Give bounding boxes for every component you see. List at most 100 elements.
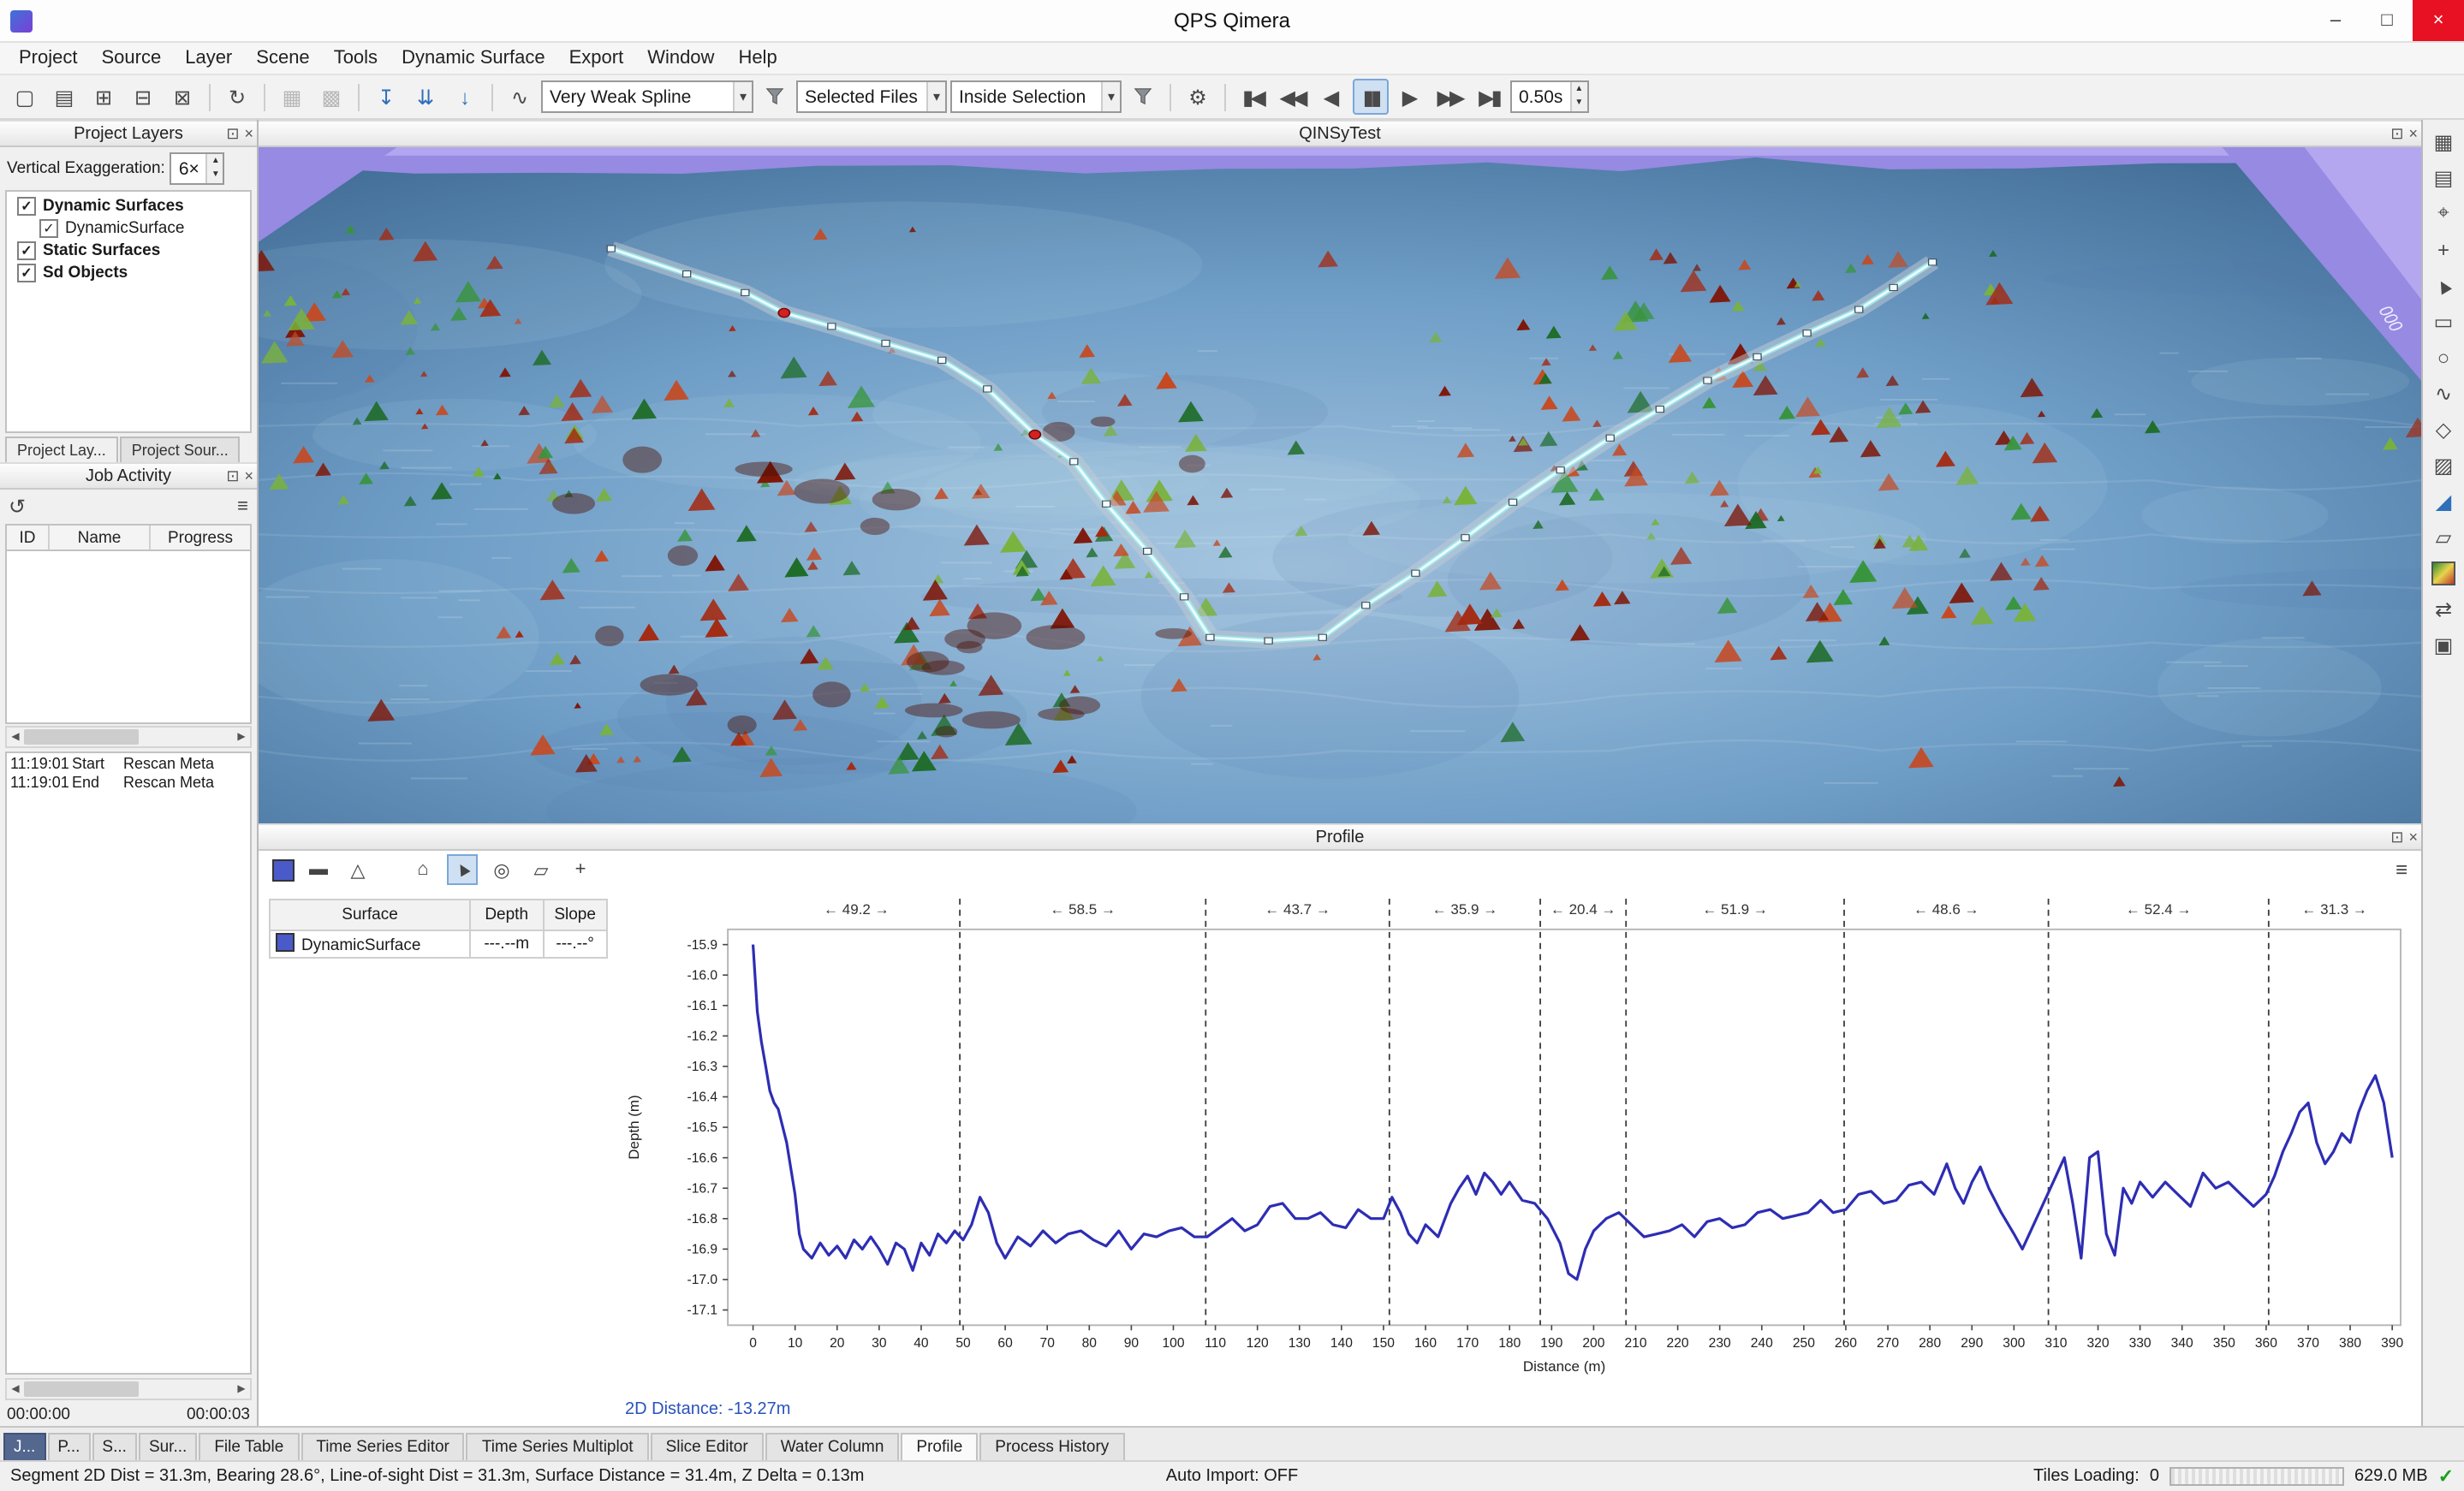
scrollbar-track[interactable] <box>24 728 233 746</box>
refresh-project-button[interactable]: ↻ <box>219 79 255 115</box>
close-panel-icon[interactable]: × <box>244 467 253 484</box>
menu-export[interactable]: Export <box>557 46 636 70</box>
add-raw-sonar-button[interactable]: ⊞ <box>86 79 122 115</box>
dock-tab-j[interactable]: J... <box>3 1433 45 1460</box>
filter-funnel-icon[interactable] <box>757 79 793 115</box>
job-log-list[interactable]: 11:19:01StartRescan Meta11:19:01EndResca… <box>5 751 252 1375</box>
ellipse-select-icon[interactable]: ○ <box>2428 344 2459 370</box>
profile-menu-button[interactable]: ≡ <box>2396 858 2407 882</box>
zoom-mode-button[interactable]: ◎ <box>486 854 517 885</box>
spline-strength-select[interactable]: Very Weak Spline▾ <box>541 80 753 113</box>
menu-window[interactable]: Window <box>635 46 726 70</box>
tab-file-table[interactable]: File Table <box>199 1433 299 1460</box>
skip-first-button[interactable]: ▮◀ <box>1235 79 1271 115</box>
undo-refresh-icon[interactable]: ↺ <box>9 495 26 519</box>
tab-process-history[interactable]: Process History <box>979 1433 1124 1460</box>
legend-row[interactable]: DynamicSurface---.--m---.--° <box>270 930 607 958</box>
target-probe-icon[interactable]: ⌖ <box>2428 200 2459 226</box>
column-header-progress[interactable]: Progress <box>151 526 250 549</box>
series-color-swatch[interactable] <box>272 858 295 881</box>
tab-water-column[interactable]: Water Column <box>765 1433 900 1460</box>
scrollbar-thumb[interactable] <box>24 729 139 745</box>
float-panel-icon[interactable]: ⊡ <box>2390 125 2403 142</box>
close-panel-icon[interactable]: × <box>244 125 253 142</box>
import-surface-button[interactable]: ⊠ <box>164 79 200 115</box>
dock-tab-s[interactable]: S... <box>92 1433 137 1460</box>
float-panel-icon[interactable]: ⊡ <box>2390 829 2403 846</box>
play-interval-spinner[interactable]: 0.50s▲▼ <box>1510 80 1588 113</box>
checkbox-icon[interactable]: ✓ <box>17 264 36 282</box>
job-table-body[interactable] <box>5 551 252 724</box>
measure-mode-button[interactable]: ▱ <box>526 854 556 885</box>
menu-help[interactable]: Help <box>726 46 789 70</box>
checkbox-icon[interactable]: ✓ <box>17 197 36 216</box>
grid-icon[interactable]: ▦ <box>2428 128 2459 154</box>
select-cursor-icon[interactable]: ▲ <box>2428 272 2459 298</box>
pause-button[interactable]: ▮▮ <box>1353 79 1389 115</box>
spline-filter-icon[interactable]: ∿ <box>502 79 538 115</box>
profile-tool-icon[interactable]: ◢ <box>2428 488 2459 514</box>
checkbox-icon[interactable]: ✓ <box>17 241 36 260</box>
fast-forward-button[interactable]: ▶▶ <box>1431 79 1467 115</box>
vertical-exaggeration-spinner[interactable]: 6× ▲▼ <box>170 152 225 185</box>
new-project-button[interactable]: ▢ <box>7 79 43 115</box>
colormap-icon[interactable] <box>2428 560 2459 585</box>
selection-mode-select[interactable]: Inside Selection▾ <box>950 80 1122 113</box>
pick-point-button[interactable]: + <box>565 854 596 885</box>
scene-3d-view[interactable]: 000 <box>259 147 2421 823</box>
job-report-icon[interactable]: ≡ <box>237 496 248 517</box>
horizontal-scrollbar[interactable]: ◀ ▶ <box>5 1378 252 1400</box>
close-panel-icon[interactable]: × <box>2408 829 2418 846</box>
menu-dynamic-surface[interactable]: Dynamic Surface <box>390 46 557 70</box>
column-header-name[interactable]: Name <box>50 526 151 549</box>
close-button[interactable]: × <box>2413 0 2464 41</box>
checkbox-icon[interactable]: ✓ <box>39 219 58 238</box>
menu-source[interactable]: Source <box>90 46 174 70</box>
maximize-button[interactable]: □ <box>2361 0 2413 41</box>
layer-tree-item-dynamic-surfaces[interactable]: ✓Dynamic Surfaces <box>7 195 250 217</box>
menu-project[interactable]: Project <box>7 46 90 70</box>
dock-tab-p[interactable]: P... <box>47 1433 90 1460</box>
float-panel-icon[interactable]: ⊡ <box>226 467 239 484</box>
add-processed-points-button[interactable]: ⊟ <box>125 79 161 115</box>
magnet-pick-icon[interactable]: + <box>2428 236 2459 262</box>
log-entry[interactable]: 11:19:01StartRescan Meta <box>7 753 250 772</box>
slope-marker-toggle-icon[interactable]: △ <box>342 854 373 885</box>
filter-cursor-icon[interactable] <box>1125 79 1161 115</box>
flip-view-icon[interactable]: ⇄ <box>2428 596 2459 621</box>
svp-editor-button[interactable]: ↓ <box>447 79 483 115</box>
scroll-left-icon[interactable]: ◀ <box>7 1383 24 1395</box>
menu-scene[interactable]: Scene <box>244 46 321 70</box>
pointer-mode-button[interactable]: ▲ <box>447 854 478 885</box>
scrollbar-thumb[interactable] <box>24 1381 139 1397</box>
depth-line-toggle-icon[interactable]: ▬ <box>303 854 334 885</box>
dock-tab-project-sour[interactable]: Project Sour... <box>120 437 241 462</box>
log-entry[interactable]: 11:19:01EndRescan Meta <box>7 772 250 791</box>
menu-tools[interactable]: Tools <box>322 46 390 70</box>
minimize-button[interactable]: – <box>2310 0 2361 41</box>
column-header-id[interactable]: ID <box>7 526 50 549</box>
horizontal-scrollbar[interactable]: ◀ ▶ <box>5 726 252 748</box>
profile-chart[interactable]: ← 49.2 →← 58.5 →← 43.7 →← 35.9 →← 20.4 →… <box>618 888 2421 1400</box>
play-button[interactable]: ▶ <box>1392 79 1428 115</box>
float-panel-icon[interactable]: ⊡ <box>226 125 239 142</box>
layer-tree-item-sd-objects[interactable]: ✓Sd Objects <box>7 262 250 284</box>
measure-tool-icon[interactable]: ▱ <box>2428 524 2459 549</box>
scrollbar-track[interactable] <box>24 1380 233 1399</box>
lasso-select-icon[interactable]: ∿ <box>2428 380 2459 406</box>
skip-last-button[interactable]: ▶▮ <box>1471 79 1507 115</box>
spinner-arrows-icon[interactable]: ▲▼ <box>1569 82 1586 111</box>
tide-strategy-button[interactable]: ⇊ <box>408 79 443 115</box>
layer-tree-item-dynamicsurface[interactable]: ✓DynamicSurface <box>7 217 250 240</box>
processing-settings-button[interactable]: ⚙ <box>1180 79 1216 115</box>
tab-slice-editor[interactable]: Slice Editor <box>651 1433 764 1460</box>
close-panel-icon[interactable]: × <box>2408 125 2418 142</box>
tab-time-series-editor[interactable]: Time Series Editor <box>301 1433 465 1460</box>
filter-scope-select[interactable]: Selected Files▾ <box>796 80 947 113</box>
polygon-select-icon[interactable]: ◇ <box>2428 416 2459 442</box>
scroll-right-icon[interactable]: ▶ <box>233 731 250 743</box>
open-project-button[interactable]: ▤ <box>46 79 82 115</box>
dock-tab-sur[interactable]: Sur... <box>139 1433 197 1460</box>
tab-time-series-multiplot[interactable]: Time Series Multiplot <box>467 1433 649 1460</box>
scroll-right-icon[interactable]: ▶ <box>233 1383 250 1395</box>
